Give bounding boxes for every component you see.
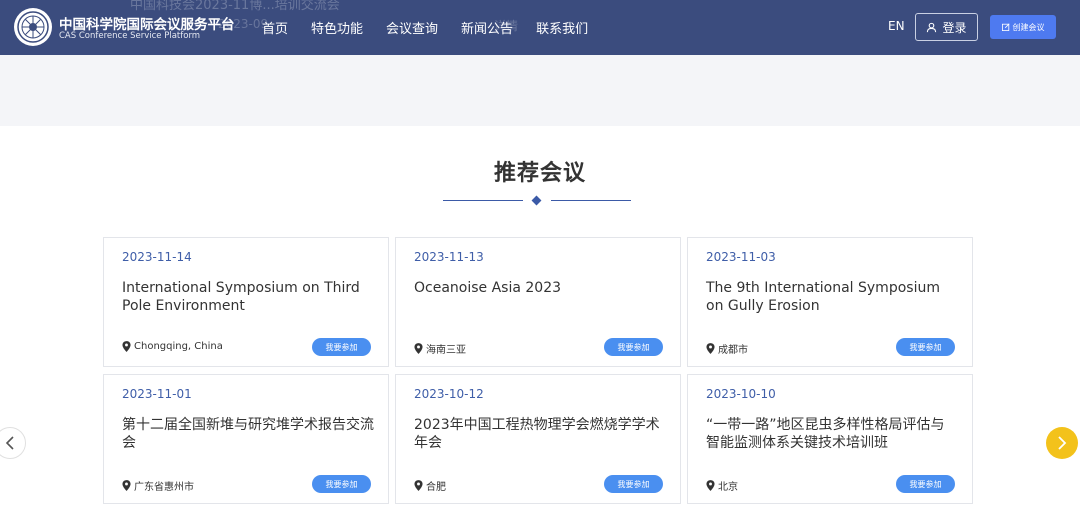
card-title[interactable]: 2023年中国工程热物理学会燃烧学学术年会: [414, 416, 666, 452]
user-icon: [927, 22, 937, 32]
card-title[interactable]: Oceanoise Asia 2023: [414, 279, 666, 297]
card-title[interactable]: “一带一路”地区昆虫多样性格局评估与智能监测体系关键技术培训班: [706, 416, 958, 452]
join-button[interactable]: 我要参加: [312, 475, 371, 493]
banner-area: [0, 55, 1080, 126]
card-location-text: 广东省惠州市: [134, 482, 194, 493]
conference-card[interactable]: 2023-11-03 The 9th International Symposi…: [687, 237, 973, 367]
brand-subtitle: CAS Conference Service Platform: [59, 31, 201, 41]
conference-card[interactable]: 2023-10-10 “一带一路”地区昆虫多样性格局评估与智能监测体系关键技术培…: [687, 374, 973, 504]
card-location: 海南三亚: [414, 341, 466, 356]
location-pin-icon: [414, 343, 423, 354]
card-date: 2023-11-03: [706, 250, 776, 264]
location-pin-icon: [122, 341, 131, 352]
carousel-next-button[interactable]: [1046, 427, 1078, 459]
cas-logo-icon[interactable]: [14, 8, 52, 46]
create-label: 创建会议: [1012, 22, 1045, 32]
top-navbar: 中国科技会2023-11博...培训交流会 2023-09 详情 中国科学院国际…: [0, 0, 1080, 55]
title-divider-left: [443, 200, 523, 201]
card-location: 成都市: [706, 341, 748, 356]
conference-card[interactable]: 2023-11-14 International Symposium on Th…: [103, 237, 389, 367]
nav-news[interactable]: 新闻公告: [461, 18, 513, 37]
login-label: 登录: [942, 20, 967, 35]
card-location: Chongqing, China: [122, 341, 223, 352]
card-location: 北京: [706, 478, 738, 493]
chevron-right-icon: [1058, 436, 1067, 450]
language-switch[interactable]: EN: [888, 19, 905, 33]
edit-icon: [1001, 23, 1009, 31]
conference-card[interactable]: 2023-10-12 2023年中国工程热物理学会燃烧学学术年会 合肥 我要参加: [395, 374, 681, 504]
join-button[interactable]: 我要参加: [312, 338, 371, 356]
join-button[interactable]: 我要参加: [604, 475, 663, 493]
conference-card[interactable]: 2023-11-01 第十二届全国新堆与研究堆学术报告交流会 广东省惠州市 我要…: [103, 374, 389, 504]
card-date: 2023-11-13: [414, 250, 484, 264]
card-location-text: 海南三亚: [426, 345, 466, 356]
title-divider-diamond: [531, 195, 542, 206]
location-pin-icon: [706, 343, 715, 354]
join-button[interactable]: 我要参加: [896, 475, 955, 493]
nav-conference-search[interactable]: 会议查询: [386, 18, 438, 37]
card-date: 2023-10-10: [706, 387, 776, 401]
card-location-text: 北京: [718, 482, 738, 493]
card-date: 2023-10-12: [414, 387, 484, 401]
card-location: 广东省惠州市: [122, 478, 194, 493]
carousel-prev-button[interactable]: [0, 427, 26, 459]
join-button[interactable]: 我要参加: [604, 338, 663, 356]
brand-title[interactable]: 中国科学院国际会议服务平台: [59, 13, 235, 33]
nav-home[interactable]: 首页: [262, 18, 288, 37]
title-divider-right: [551, 200, 631, 201]
card-title[interactable]: International Symposium on Third Pole En…: [122, 279, 374, 315]
login-button[interactable]: 登录: [915, 13, 978, 41]
main-nav: 首页 特色功能 会议查询 新闻公告 联系我们: [262, 18, 588, 37]
card-date: 2023-11-14: [122, 250, 192, 264]
nav-features[interactable]: 特色功能: [311, 18, 363, 37]
nav-contact[interactable]: 联系我们: [536, 18, 588, 37]
location-pin-icon: [122, 480, 131, 491]
conference-card[interactable]: 2023-11-13 Oceanoise Asia 2023 海南三亚 我要参加: [395, 237, 681, 367]
card-title[interactable]: The 9th International Symposium on Gully…: [706, 279, 958, 315]
card-title[interactable]: 第十二届全国新堆与研究堆学术报告交流会: [122, 416, 374, 452]
location-pin-icon: [706, 480, 715, 491]
section-title: 推荐会议: [493, 161, 586, 186]
card-location-text: 合肥: [426, 482, 446, 493]
join-button[interactable]: 我要参加: [896, 338, 955, 356]
create-conference-button[interactable]: 创建会议: [990, 15, 1056, 39]
chevron-left-icon: [5, 436, 14, 450]
card-location-text: Chongqing, China: [134, 341, 223, 352]
location-pin-icon: [414, 480, 423, 491]
card-location-text: 成都市: [718, 345, 748, 356]
card-location: 合肥: [414, 478, 446, 493]
card-date: 2023-11-01: [122, 387, 192, 401]
background-ticker-text: 中国科技会2023-11博...培训交流会: [130, 0, 340, 13]
